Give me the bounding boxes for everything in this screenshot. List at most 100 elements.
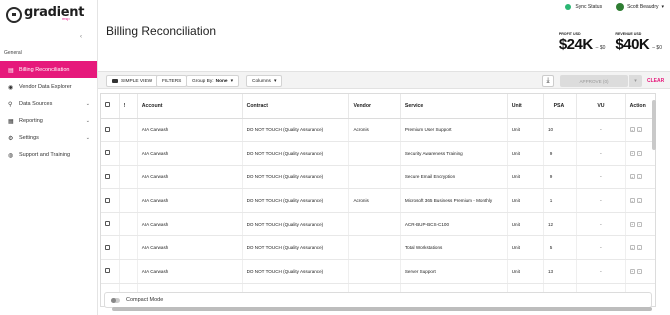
billing-icon: ▤ xyxy=(8,67,14,74)
billing-table: ! Account Contract Vendor Service Unit P… xyxy=(100,93,656,307)
download-button[interactable]: ⤓ xyxy=(542,75,554,87)
cell-contract: DO NOT TOUCH (Quality Assurance) xyxy=(242,212,350,237)
sidebar-item-reporting[interactable]: ▦ Reporting ⌄ xyxy=(0,112,97,129)
approve-row-icon[interactable]: + xyxy=(629,245,635,251)
sidebar-item-settings[interactable]: ⚙ Settings ⌄ xyxy=(0,129,97,146)
table-row[interactable]: AIA Carwash DO NOT TOUCH (Quality Assuran… xyxy=(101,259,655,284)
row-checkbox-box[interactable] xyxy=(105,221,110,227)
compact-mode-toggle[interactable]: Compact Mode xyxy=(104,292,652,308)
approve-row-icon[interactable]: + xyxy=(629,268,635,274)
approve-row-icon[interactable]: + xyxy=(629,150,635,156)
cell-service: Secure Email Encryption xyxy=(400,165,508,190)
simple-view-button[interactable]: SIMPLE VIEW xyxy=(106,75,159,87)
column-header-vu[interactable]: VU xyxy=(576,94,626,119)
sidebar-item-data-sources[interactable]: ⚲ Data Sources ⌄ xyxy=(0,95,97,112)
table-row[interactable]: AIA Carwash DO NOT TOUCH (Quality Assuran… xyxy=(101,212,655,237)
column-header-vendor[interactable]: Vendor xyxy=(348,94,401,119)
approve-row-icon[interactable]: + xyxy=(629,127,635,133)
column-header-service[interactable]: Service xyxy=(400,94,508,119)
cell-vu: - xyxy=(576,141,626,166)
cell-service: Security Awareness Training xyxy=(400,141,508,166)
chevron-down-icon: ⌄ xyxy=(85,117,90,124)
table-row[interactable]: AIA Carwash DO NOT TOUCH (Quality Assuran… xyxy=(101,165,655,190)
sidebar-nav: ▤ Billing Reconciliation ◉ Vendor Data Expl… xyxy=(0,61,97,163)
cell-action: + › xyxy=(625,235,655,261)
column-header-psa[interactable]: PSA xyxy=(543,94,578,119)
row-checkbox[interactable] xyxy=(101,165,120,190)
table-row[interactable]: AIA Carwash DO NOT TOUCH (Quality Assuran… xyxy=(101,118,655,143)
row-checkbox-box[interactable] xyxy=(105,244,110,250)
row-checkbox[interactable] xyxy=(101,235,120,261)
reporting-icon: ▦ xyxy=(8,118,14,125)
sidebar-item-vendor-data-explorer[interactable]: ◉ Vendor Data Explorer xyxy=(0,78,97,95)
row-checkbox-box[interactable] xyxy=(105,197,110,203)
cell-unit: Unit xyxy=(507,259,544,284)
group-by-select[interactable]: Group By: None ▾ xyxy=(186,75,240,87)
approve-button[interactable]: APPROVE (0) xyxy=(560,75,628,87)
columns-button[interactable]: Columns ▾ xyxy=(246,75,283,87)
column-header-unit[interactable]: Unit xyxy=(507,94,544,119)
cell-unit: Unit xyxy=(507,212,544,237)
approve-row-icon[interactable]: + xyxy=(629,221,635,227)
sidebar: gradient msp ‹ General ▤ Billing Reconcil… xyxy=(0,0,97,315)
cell-unit: Unit xyxy=(507,165,544,190)
revenue-delta: – $0 xyxy=(652,45,662,51)
cell-contract: DO NOT TOUCH (Quality Assurance) xyxy=(242,188,350,213)
cell-psa: 9 xyxy=(543,141,578,166)
expand-row-icon[interactable]: › xyxy=(636,245,642,251)
expand-row-icon[interactable]: › xyxy=(636,221,642,227)
approve-row-icon[interactable]: + xyxy=(629,198,635,204)
table-row[interactable]: AIA Carwash DO NOT TOUCH (Quality Assuran… xyxy=(101,141,655,166)
clear-button[interactable]: CLEAR xyxy=(647,78,664,84)
sidebar-item-support-and-training[interactable]: ◍ Support and Training xyxy=(0,146,97,163)
cell-service: Total Workstations xyxy=(400,235,508,261)
settings-icon: ⚙ xyxy=(8,135,14,142)
horizontal-scrollbar[interactable] xyxy=(112,307,652,311)
view-toggle-icon xyxy=(112,79,118,83)
gradient-logo[interactable]: gradient xyxy=(6,6,84,23)
approve-row-icon[interactable]: + xyxy=(629,174,635,180)
row-checkbox-box[interactable] xyxy=(105,126,110,132)
select-all-checkbox[interactable] xyxy=(101,94,120,119)
sidebar-item-label: Settings xyxy=(19,134,39,141)
data-sources-icon: ⚲ xyxy=(8,101,13,108)
column-header-contract[interactable]: Contract xyxy=(242,94,350,119)
row-checkbox[interactable] xyxy=(101,118,120,143)
vertical-scrollbar[interactable] xyxy=(652,100,656,150)
approve-menu-button[interactable]: ▾ xyxy=(629,75,642,87)
filters-label: FILTERS xyxy=(162,78,182,84)
row-checkbox-box[interactable] xyxy=(105,150,110,156)
compact-mode-label: Compact Mode xyxy=(126,297,164,303)
cell-service: Premium User Support xyxy=(400,118,508,143)
sidebar-section-label: General xyxy=(4,50,22,56)
cell-vu: - xyxy=(576,188,626,213)
expand-row-icon[interactable]: › xyxy=(636,268,642,274)
logo-subtext: msp xyxy=(62,16,70,21)
expand-row-icon[interactable]: › xyxy=(636,150,642,156)
row-flag xyxy=(119,212,138,237)
cell-service: Server Support xyxy=(400,259,508,284)
row-checkbox[interactable] xyxy=(101,212,120,237)
cell-action: + › xyxy=(625,188,655,213)
sidebar-item-billing-reconciliation[interactable]: ▤ Billing Reconciliation xyxy=(0,61,97,78)
expand-row-icon[interactable]: › xyxy=(636,198,642,204)
row-checkbox[interactable] xyxy=(101,259,120,284)
cell-vendor xyxy=(348,141,401,166)
collapse-sidebar-icon[interactable]: ‹ xyxy=(80,34,82,40)
expand-row-icon[interactable]: › xyxy=(636,174,642,180)
row-flag xyxy=(119,259,138,284)
profit-delta: – $0 xyxy=(595,45,606,51)
expand-row-icon[interactable]: › xyxy=(636,127,642,133)
cell-account: AIA Carwash xyxy=(137,212,243,237)
row-checkbox[interactable] xyxy=(101,141,120,166)
column-header-flag[interactable]: ! xyxy=(119,94,138,119)
column-header-account[interactable]: Account xyxy=(137,94,243,119)
row-checkbox-box[interactable] xyxy=(105,173,110,179)
filters-button[interactable]: FILTERS xyxy=(156,75,188,87)
cell-account: AIA Carwash xyxy=(137,188,243,213)
row-checkbox-box[interactable] xyxy=(105,268,110,274)
row-checkbox[interactable] xyxy=(101,188,120,213)
table-row[interactable]: AIA Carwash DO NOT TOUCH (Quality Assuran… xyxy=(101,235,655,261)
table-row[interactable]: AIA Carwash DO NOT TOUCH (Quality Assuran… xyxy=(101,188,655,213)
table-header-row: ! Account Contract Vendor Service Unit P… xyxy=(101,94,655,119)
